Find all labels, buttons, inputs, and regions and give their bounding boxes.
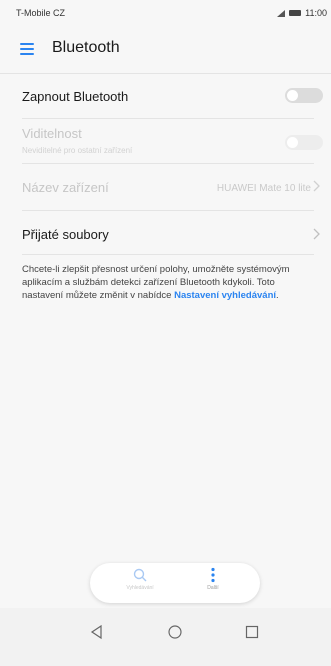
search-label: Vyhledávání bbox=[126, 585, 154, 591]
chevron-right-icon bbox=[313, 228, 320, 240]
row-divider bbox=[22, 210, 314, 211]
row-divider bbox=[22, 163, 314, 164]
toggle-knob bbox=[287, 137, 298, 148]
bluetooth-toggle-label: Zapnout Bluetooth bbox=[22, 89, 129, 104]
back-icon[interactable] bbox=[89, 624, 105, 640]
menu-icon[interactable] bbox=[20, 43, 34, 55]
clock: 11:00 bbox=[305, 8, 327, 18]
status-indicators: 11:00 bbox=[277, 8, 327, 18]
location-info-text: Chcete-li zlepšit přesnost určení polohy… bbox=[22, 263, 310, 303]
visibility-sublabel: Neviditelné pro ostatní zařízení bbox=[22, 146, 133, 155]
bottom-menu: Vyhledávání Další bbox=[90, 563, 260, 603]
bluetooth-toggle[interactable] bbox=[285, 88, 323, 103]
page-title: Bluetooth bbox=[52, 39, 120, 56]
search-settings-link[interactable]: Nastavení vyhledávání bbox=[174, 290, 276, 301]
visibility-toggle bbox=[285, 135, 323, 150]
device-name-label: Název zařízení bbox=[22, 180, 109, 195]
app-bar: Bluetooth bbox=[0, 30, 331, 70]
toggle-knob bbox=[287, 90, 298, 101]
search-button[interactable]: Vyhledávání bbox=[110, 567, 170, 591]
chevron-right-icon bbox=[313, 180, 320, 192]
more-label: Další bbox=[207, 585, 219, 591]
more-button[interactable]: Další bbox=[183, 567, 243, 591]
row-divider bbox=[22, 118, 314, 119]
info-suffix: . bbox=[276, 290, 279, 302]
more-vertical-icon bbox=[211, 567, 215, 583]
recent-apps-icon[interactable] bbox=[244, 624, 260, 640]
received-files-label[interactable]: Přijaté soubory bbox=[22, 227, 109, 242]
status-bar: T-Mobile CZ 11:00 bbox=[0, 0, 331, 26]
search-icon bbox=[133, 568, 147, 582]
row-divider bbox=[22, 254, 314, 255]
system-nav-bar bbox=[0, 608, 331, 666]
header-divider bbox=[0, 73, 331, 74]
signal-icon bbox=[277, 9, 286, 17]
carrier-name: T-Mobile CZ bbox=[16, 8, 66, 18]
device-name-value: HUAWEI Mate 10 lite bbox=[216, 183, 311, 194]
visibility-label: Viditelnost bbox=[22, 126, 82, 141]
home-icon[interactable] bbox=[167, 624, 183, 640]
battery-icon bbox=[289, 10, 302, 16]
